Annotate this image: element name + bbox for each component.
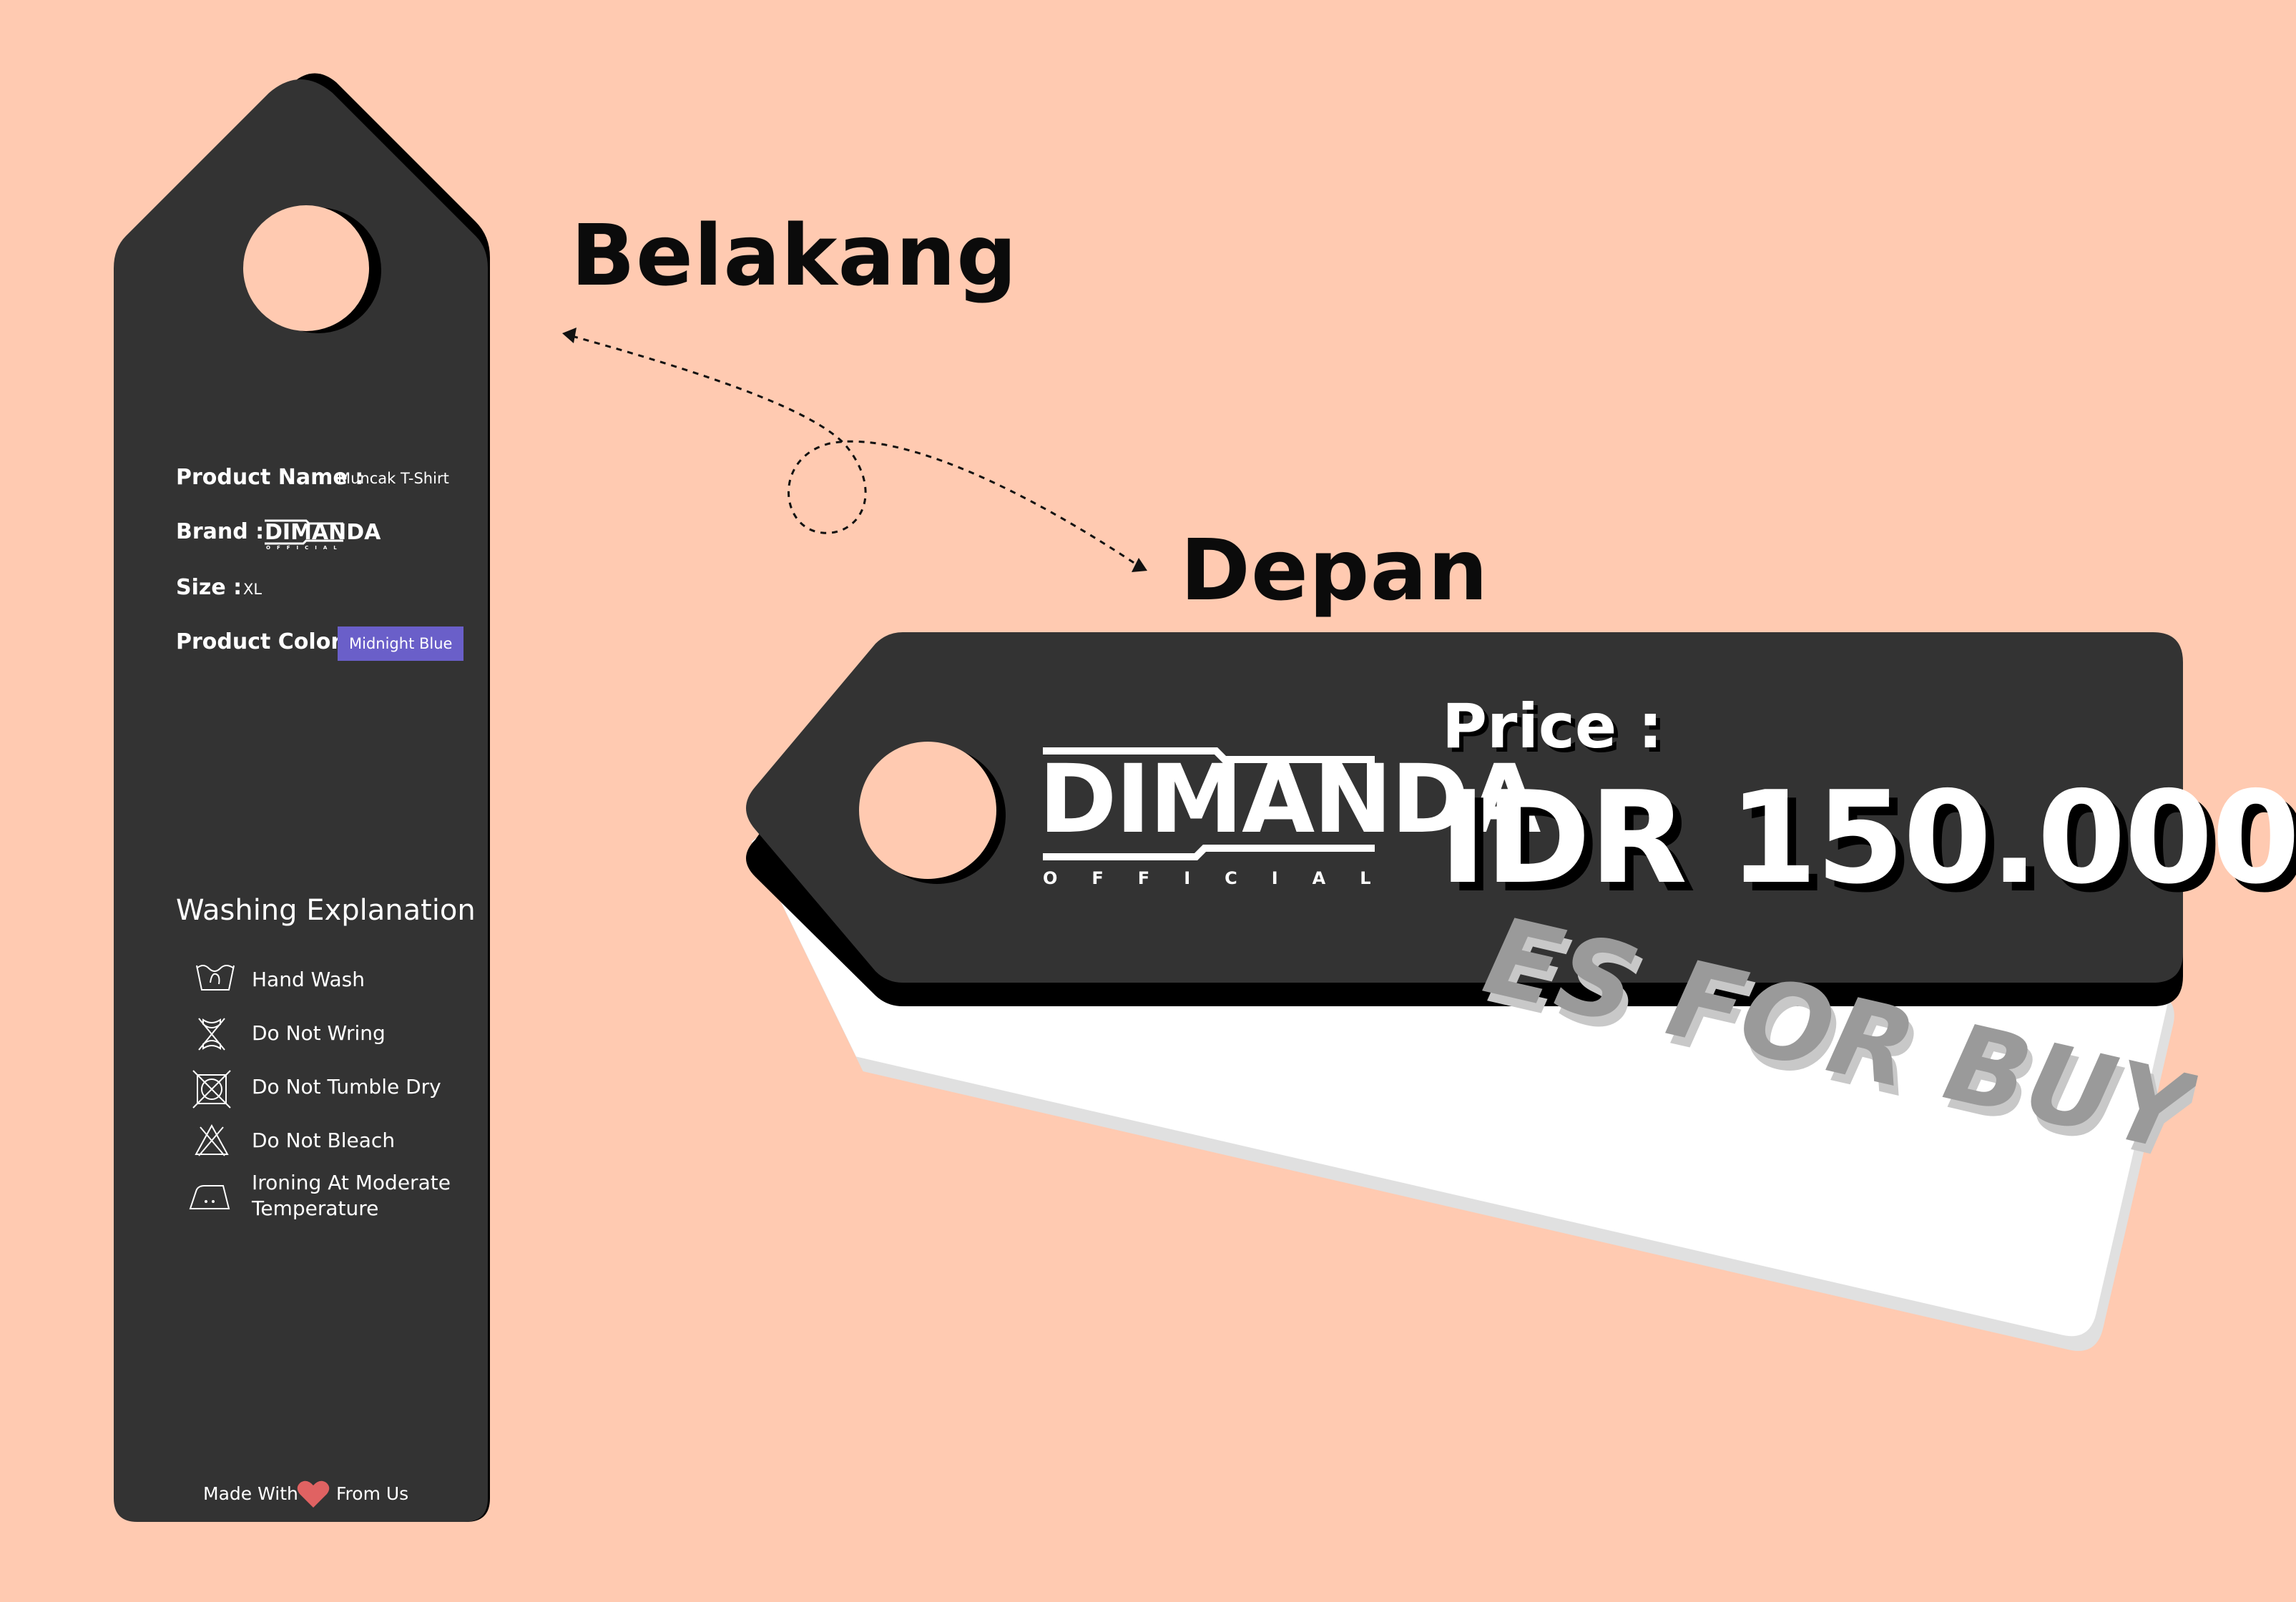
product-color-label: Product Color :	[176, 629, 358, 654]
product-name-label: Product Name :	[176, 465, 364, 490]
footer-from-us: From Us	[336, 1483, 409, 1504]
washing-title: Washing Explanation	[176, 894, 476, 927]
size-label: Size :	[176, 575, 242, 600]
arrow-head-left	[562, 328, 577, 343]
do-not-bleach-icon	[195, 1124, 229, 1156]
wash-item-label: Hand Wash	[252, 968, 366, 991]
heading-back: Belakang	[571, 206, 1018, 305]
back-tag-hole	[243, 205, 369, 331]
footer-made-with: Made With	[203, 1483, 298, 1504]
wash-item-label: Do Not Tumble Dry	[252, 1075, 441, 1099]
wash-item-label: Ironing At Moderate Temperature	[252, 1171, 451, 1220]
wash-item-label: Do Not Wring	[252, 1021, 386, 1045]
heading-front: Depan	[1180, 521, 1489, 619]
do-not-wring-icon	[198, 1018, 225, 1051]
hand-wash-icon	[196, 965, 235, 991]
iron-moderate-icon	[189, 1185, 230, 1209]
brand-logo-sub: OFFICIAL	[266, 545, 343, 551]
heart-icon	[297, 1480, 330, 1508]
brand-label: Brand :	[176, 519, 265, 544]
do-not-tumble-dry-icon	[192, 1070, 231, 1109]
dotted-arrow-path	[571, 335, 1138, 566]
size-value: XL	[243, 581, 263, 598]
brand-logo: DIMANDA	[265, 520, 381, 545]
front-brand-logo-sub: OFFICIAL	[1043, 868, 1405, 888]
arrow-head-right	[1132, 558, 1147, 572]
product-name-value: Muncak T-Shirt	[338, 470, 449, 487]
price-value: IDR 150.000,-	[1439, 764, 2296, 912]
price-label: Price :	[1442, 691, 1663, 762]
front-tag-hole	[859, 742, 996, 879]
wash-item-label: Do Not Bleach	[252, 1129, 396, 1152]
product-color-chip: Midnight Blue	[338, 626, 464, 661]
